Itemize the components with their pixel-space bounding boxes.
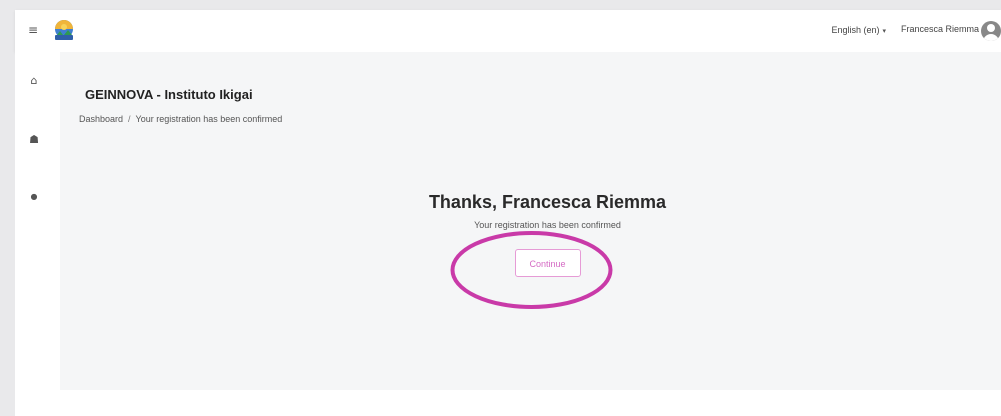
avatar-head: [987, 24, 995, 32]
confirmation-panel: Thanks, Francesca Riemma Your registrati…: [60, 192, 1001, 277]
site-logo[interactable]: [51, 18, 77, 44]
page-title: GEINNOVA - Instituto Ikigai: [85, 87, 253, 102]
avatar[interactable]: [981, 21, 1001, 41]
main-content: GEINNOVA - Instituto Ikigai Dashboard / Yo…: [60, 52, 1001, 390]
user-menu-name[interactable]: Francesca Riemma: [901, 24, 979, 34]
home-icon[interactable]: ⌂: [27, 74, 41, 88]
dot-icon[interactable]: ●: [27, 190, 41, 204]
language-selector[interactable]: English (en) ▾: [831, 25, 886, 35]
hamburger-menu-icon[interactable]: ≡: [27, 23, 39, 37]
breadcrumb-current: Your registration has been confirmed: [135, 114, 283, 124]
confirmation-heading: Thanks, Francesca Riemma: [428, 192, 667, 212]
breadcrumb-separator: /: [128, 114, 131, 124]
avatar-body: [983, 34, 999, 41]
language-label: English (en): [831, 25, 880, 35]
continue-button[interactable]: Continue: [514, 249, 581, 277]
sidebar: ⌂ ☗ ●: [15, 52, 60, 416]
footer-strip: [60, 390, 1001, 416]
app-window: ≡ English (en) ▾ Francesca Riemma ⌂ ☗ ● G…: [15, 10, 1001, 416]
top-navbar: ≡ English (en) ▾ Francesca Riemma: [15, 10, 1001, 52]
confirmation-message: Your registration has been confirmed: [474, 220, 621, 230]
breadcrumb: Dashboard / Your registration has been con…: [79, 114, 282, 124]
chevron-down-icon: ▾: [882, 28, 886, 35]
user-icon[interactable]: ☗: [27, 133, 41, 147]
breadcrumb-dashboard-link[interactable]: Dashboard: [79, 114, 123, 124]
